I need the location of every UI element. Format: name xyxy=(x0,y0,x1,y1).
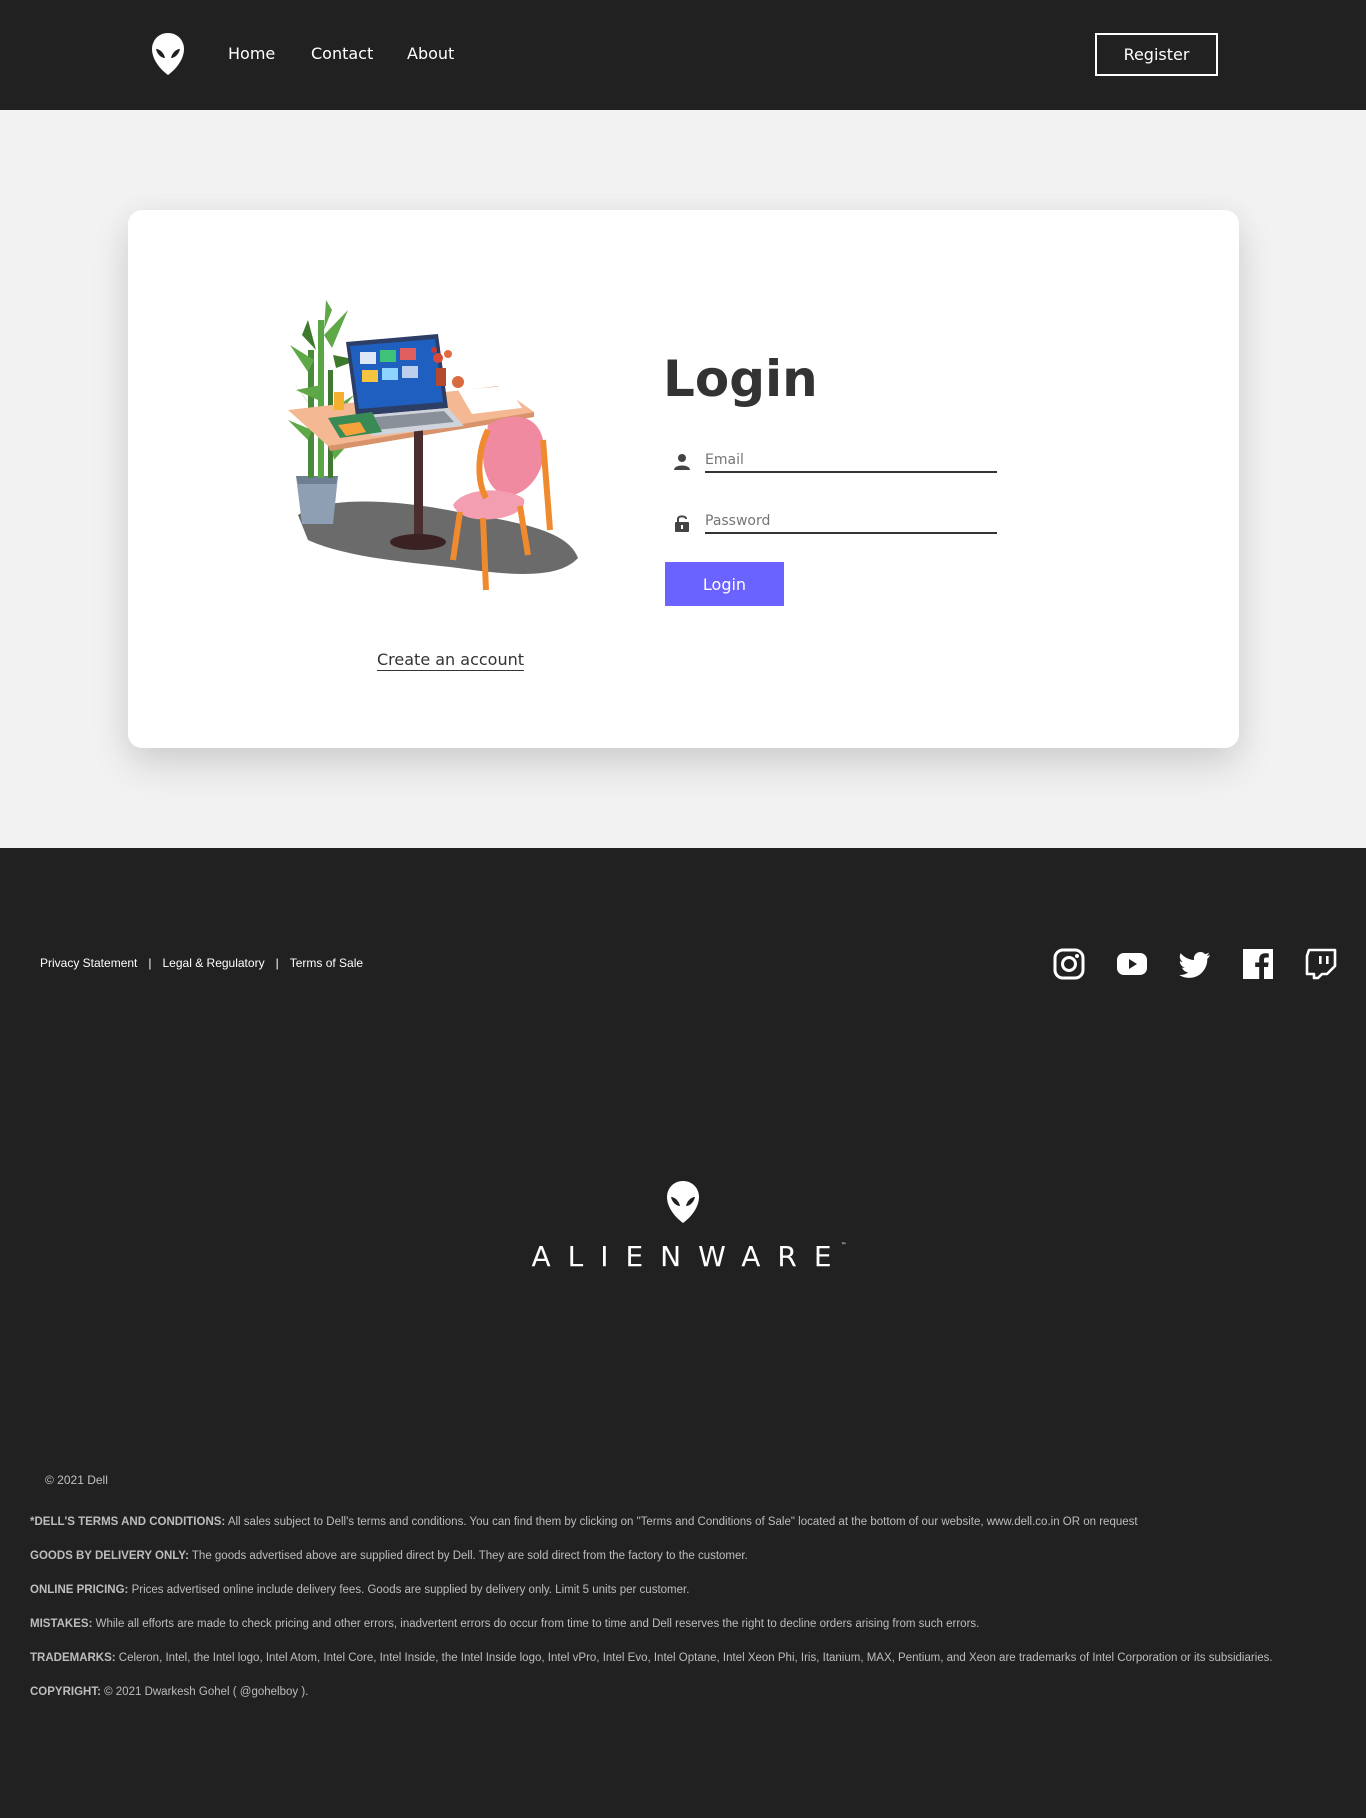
password-field-group xyxy=(673,506,997,536)
nav-contact-link[interactable]: Contact xyxy=(311,44,373,63)
alienware-logo-icon xyxy=(667,1181,699,1223)
trademark-symbol: ™ xyxy=(840,1242,847,1249)
legal-text: Celeron, Intel, the Intel logo, Intel At… xyxy=(115,1652,1273,1664)
brand-name: ALIENWARE xyxy=(531,1240,849,1273)
legal-label: TRADEMARKS: xyxy=(30,1652,116,1664)
legal-item: *DELL'S TERMS AND CONDITIONS: All sales … xyxy=(30,1515,1350,1549)
email-field-group xyxy=(673,445,997,475)
footer-links: Privacy Statement | Legal & Regulatory |… xyxy=(40,956,363,970)
legal-label: ONLINE PRICING: xyxy=(30,1584,129,1596)
twitch-icon[interactable] xyxy=(1305,948,1337,980)
legal-item: TRADEMARKS: Celeron, Intel, the Intel lo… xyxy=(30,1651,1350,1685)
youtube-icon[interactable] xyxy=(1116,948,1148,980)
legal-text: The goods advertised above are supplied … xyxy=(188,1550,748,1562)
nav-home-link[interactable]: Home xyxy=(228,44,275,63)
alienware-brand: ALIENWARE ™ xyxy=(480,1180,886,1273)
login-button[interactable]: Login xyxy=(665,562,784,606)
login-card: Create an account Login Login xyxy=(128,210,1239,748)
legal-item: MISTAKES: While all efforts are made to … xyxy=(30,1617,1350,1651)
login-title: Login xyxy=(663,350,818,408)
legal-item: COPYRIGHT: © 2021 Dwarkesh Gohel ( @gohe… xyxy=(30,1685,1350,1719)
nav-about-link[interactable]: About xyxy=(407,44,454,63)
main-section: Create an account Login Login xyxy=(0,110,1366,848)
link-separator: | xyxy=(148,956,152,970)
legal-item: ONLINE PRICING: Prices advertised online… xyxy=(30,1583,1350,1617)
create-account-link[interactable]: Create an account xyxy=(377,650,525,671)
link-separator: | xyxy=(275,956,279,970)
user-icon xyxy=(674,454,690,470)
legal-text: © 2021 Dwarkesh Gohel ( @gohelboy ). xyxy=(100,1686,309,1698)
site-footer: Privacy Statement | Legal & Regulatory |… xyxy=(0,848,1366,1818)
privacy-statement-link[interactable]: Privacy Statement xyxy=(40,956,137,970)
legal-label: *DELL'S TERMS AND CONDITIONS: xyxy=(30,1516,226,1528)
legal-text: While all efforts are made to check pric… xyxy=(92,1618,980,1630)
instagram-icon[interactable] xyxy=(1053,948,1085,980)
site-header: Home Contact About Register xyxy=(0,0,1366,110)
legal-item: GOODS BY DELIVERY ONLY: The goods advert… xyxy=(30,1549,1350,1583)
legal-regulatory-link[interactable]: Legal & Regulatory xyxy=(163,956,265,970)
legal-label: MISTAKES: xyxy=(30,1618,93,1630)
legal-text: Prices advertised online include deliver… xyxy=(128,1584,690,1596)
copyright-year: © 2021 Dell xyxy=(45,1473,108,1487)
password-input[interactable] xyxy=(705,510,997,534)
facebook-icon[interactable] xyxy=(1242,948,1274,980)
register-button[interactable]: Register xyxy=(1095,33,1218,76)
legal-text: All sales subject to Dell's terms and co… xyxy=(225,1516,1138,1528)
legal-label: GOODS BY DELIVERY ONLY: xyxy=(30,1550,189,1562)
legal-disclaimers: *DELL'S TERMS AND CONDITIONS: All sales … xyxy=(30,1515,1350,1719)
legal-label: COPYRIGHT: xyxy=(30,1686,101,1698)
alienware-wordmark: ALIENWARE ™ xyxy=(517,1240,848,1273)
terms-of-sale-link[interactable]: Terms of Sale xyxy=(290,956,363,970)
alienware-logo-icon[interactable] xyxy=(151,32,185,76)
email-input[interactable] xyxy=(705,449,997,473)
workspace-illustration xyxy=(288,300,578,591)
twitter-icon[interactable] xyxy=(1179,948,1211,980)
lock-icon xyxy=(675,515,689,532)
